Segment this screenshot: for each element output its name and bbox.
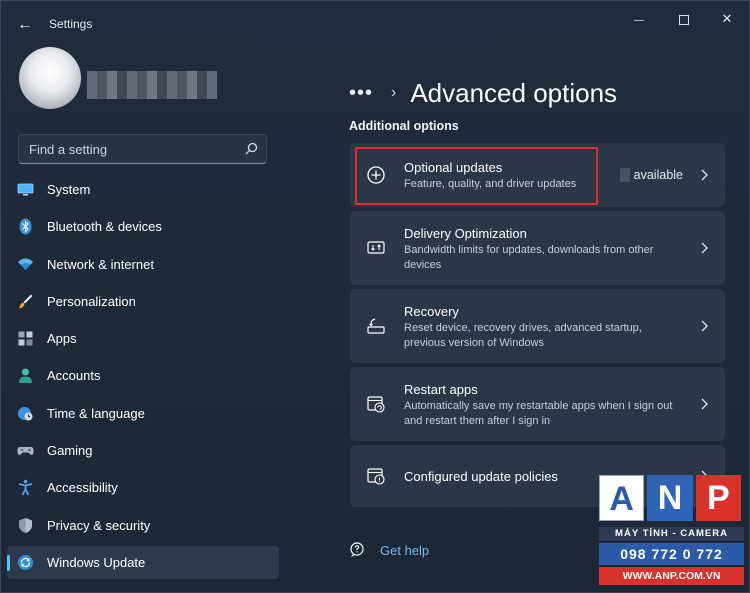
shield-icon (19, 517, 32, 533)
chevron-right-icon (701, 242, 708, 254)
sidebar-item-label: Apps (47, 331, 77, 347)
sidebar-item-personalization[interactable]: Personalization (7, 285, 279, 318)
card-description: Reset device, recovery drives, advanced … (404, 322, 642, 349)
maximize-button[interactable] (666, 7, 702, 31)
card-title: Configured update policies (404, 469, 558, 484)
delivery-icon (367, 241, 385, 254)
back-button[interactable]: ← (13, 13, 37, 37)
sidebar-item-privacy-security[interactable]: Privacy & security (7, 509, 279, 542)
close-button[interactable]: ✕ (709, 7, 745, 31)
search-box[interactable] (18, 134, 267, 164)
card-description: Automatically save my restartable apps w… (404, 400, 673, 427)
minimize-button[interactable]: — (621, 7, 657, 31)
sidebar-item-label: Windows Update (47, 554, 146, 570)
close-icon: ✕ (721, 11, 733, 26)
card-title: Restart apps (404, 382, 478, 397)
card-description: Bandwidth limits for updates, downloads … (404, 244, 654, 271)
profile-name-redacted (87, 71, 217, 99)
status-count-redacted (620, 168, 630, 182)
help-icon (350, 542, 364, 557)
restart-apps-icon (367, 396, 385, 413)
gamepad-icon (17, 447, 34, 456)
card-title: Recovery (404, 304, 459, 319)
chevron-right-icon: › (391, 84, 397, 101)
sidebar-item-apps[interactable]: Apps (7, 322, 279, 355)
watermark-letters: A N P (599, 475, 744, 525)
person-icon (19, 368, 32, 384)
sidebar-item-network[interactable]: Network & internet (7, 248, 279, 281)
delivery-optimization-card[interactable]: Delivery Optimization Bandwidth limits f… (350, 211, 725, 285)
bluetooth-icon (19, 218, 32, 235)
card-status: available (633, 168, 683, 182)
chevron-right-icon (701, 320, 708, 332)
settings-window: ← Settings — ✕ System (0, 0, 750, 593)
back-arrow-icon: ← (17, 16, 33, 33)
maximize-icon (679, 14, 689, 25)
sidebar-item-label: Time & language (47, 405, 145, 421)
sidebar-item-label: Privacy & security (47, 517, 151, 533)
watermark-letter: N (647, 475, 693, 521)
sidebar-item-label: Network & internet (47, 256, 154, 272)
sidebar-item-bluetooth[interactable]: Bluetooth & devices (7, 210, 279, 243)
highlight-annotation (355, 147, 598, 205)
sidebar-item-time-language[interactable]: Time & language (7, 397, 279, 430)
avatar[interactable] (19, 47, 81, 109)
apps-icon (18, 331, 33, 346)
monitor-icon (17, 183, 34, 196)
sidebar-item-label: Accessibility (47, 480, 118, 496)
restart-apps-card[interactable]: Restart apps Automatically save my resta… (350, 367, 725, 441)
watermark-letter: A (599, 475, 645, 521)
page-title: Advanced options (410, 77, 618, 108)
sidebar-nav: System Bluetooth & devices Network & int… (7, 173, 279, 583)
search-input[interactable] (19, 135, 239, 163)
policy-icon (367, 468, 385, 485)
sidebar-item-accounts[interactable]: Accounts (7, 359, 279, 392)
sidebar-item-system[interactable]: System (7, 173, 279, 206)
chevron-right-icon (701, 398, 708, 410)
recovery-icon (367, 318, 385, 334)
sidebar-item-windows-update[interactable]: Windows Update (7, 545, 279, 579)
sidebar-item-label: System (47, 182, 91, 197)
title-bar: ← Settings — ✕ (1, 1, 750, 49)
search-icon[interactable] (242, 140, 260, 158)
chevron-right-icon (701, 169, 708, 181)
watermark-subtitle: MÁY TÍNH - CAMERA (599, 527, 744, 541)
breadcrumb-overflow-button[interactable]: ••• (349, 82, 379, 105)
watermark-website: WWW.ANP.COM.VN (599, 567, 744, 585)
sidebar-item-label: Accounts (47, 368, 101, 384)
sidebar-item-label: Personalization (47, 293, 136, 309)
card-title: Delivery Optimization (404, 226, 527, 241)
watermark-logo: A N P MÁY TÍNH - CAMERA 098 772 0 772 WW… (599, 475, 744, 587)
breadcrumb: ••• › Advanced options (349, 75, 617, 111)
wifi-icon (18, 258, 33, 270)
sidebar-item-label: Bluetooth & devices (47, 219, 162, 235)
brush-icon (19, 294, 33, 309)
globe-clock-icon (18, 406, 33, 421)
recovery-card[interactable]: Recovery Reset device, recovery drives, … (350, 289, 725, 363)
accessibility-icon (18, 480, 33, 496)
app-title: Settings (49, 17, 93, 31)
get-help-label: Get help (380, 543, 430, 558)
section-title: Additional options (349, 119, 459, 133)
sidebar-item-accessibility[interactable]: Accessibility (7, 471, 279, 504)
watermark-phone: 098 772 0 772 (599, 543, 744, 565)
sidebar-item-gaming[interactable]: Gaming (7, 434, 279, 467)
watermark-letter: P (695, 475, 742, 521)
minimize-icon: — (634, 15, 644, 26)
update-icon (18, 554, 33, 570)
sidebar-item-label: Gaming (47, 443, 93, 459)
